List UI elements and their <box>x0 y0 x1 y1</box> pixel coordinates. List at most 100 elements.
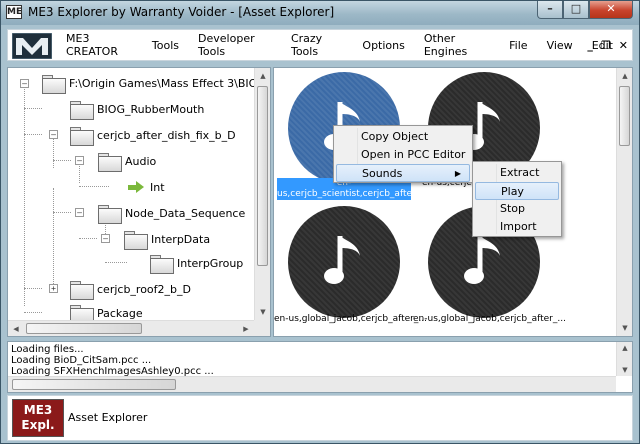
mdi-minimize-button[interactable]: _ <box>587 39 593 52</box>
scroll-thumb[interactable] <box>12 379 176 390</box>
scroll-thumb[interactable] <box>257 86 268 266</box>
menu-me3-creator[interactable]: ME3 CREATOR <box>66 32 133 58</box>
tree-expander[interactable]: – <box>20 79 29 88</box>
scroll-up-icon[interactable]: ▲ <box>255 68 270 84</box>
tree-expander[interactable]: – <box>49 130 58 139</box>
tree-line <box>24 288 42 289</box>
title-bar[interactable]: ME ME3 Explorer by Warranty Voider - [As… <box>1 1 639 25</box>
menu-options[interactable]: Options <box>362 39 404 52</box>
tree-node-label: InterpGroup <box>177 256 244 270</box>
context-menu: Copy Object Open in PCC Editor Sounds ▶ <box>333 125 473 183</box>
tree-node-biog-rubbermouth[interactable]: BIOG_RubberMouth <box>70 98 204 120</box>
tree-line <box>79 186 109 187</box>
log-line: Loading BioD_CitSam.pcc ... <box>11 355 152 366</box>
sound-thumbnail[interactable] <box>288 206 400 318</box>
menu-item-import[interactable]: Import <box>473 218 561 236</box>
asset-grid[interactable]: en-us,cerjcb_scientist,cerjcb_after_dish… <box>273 67 633 337</box>
app-window: ME ME3 Explorer by Warranty Voider - [As… <box>0 0 640 444</box>
tree-node-label: Int <box>150 180 165 194</box>
minimize-button[interactable]: – <box>537 1 563 19</box>
tree-node-interpdata[interactable]: InterpData <box>124 228 210 250</box>
tree-line <box>53 212 71 213</box>
maximize-button[interactable]: □ <box>563 1 589 19</box>
tree-line <box>24 84 25 306</box>
scroll-corner <box>254 320 270 336</box>
tree-node-label: Audio <box>125 154 157 168</box>
tree-expander[interactable]: + <box>49 284 58 293</box>
green-arrow-icon <box>128 181 144 193</box>
sounds-submenu: Extract Play Stop Import <box>472 161 562 237</box>
scroll-up-icon[interactable]: ▲ <box>617 68 632 84</box>
tree-expander[interactable]: – <box>75 156 84 165</box>
mdi-close-button[interactable]: ✕ <box>619 39 628 52</box>
scroll-up-icon[interactable]: ▲ <box>617 342 632 354</box>
submenu-arrow-icon: ▶ <box>454 169 461 178</box>
me-logo-icon <box>12 33 52 59</box>
app-title-icon: ME <box>6 5 23 19</box>
scroll-thumb[interactable] <box>26 323 142 334</box>
menu-file[interactable]: File <box>509 39 527 52</box>
menu-item-sounds[interactable]: Sounds ▶ <box>336 164 470 182</box>
asset-label[interactable]: en-us,global_jacob,cerjcb_after_... <box>413 314 566 325</box>
log-vertical-scrollbar[interactable]: ▲ ▼ <box>616 342 632 376</box>
menu-tools[interactable]: Tools <box>152 39 179 52</box>
scroll-down-icon[interactable]: ▼ <box>617 364 632 376</box>
folder-icon <box>70 304 94 324</box>
tree-node-cerjcb-roof2[interactable]: cerjcb_roof2_b_D <box>70 278 191 300</box>
mdi-restore-button[interactable]: ❐ <box>601 39 611 52</box>
grid-vertical-scrollbar[interactable]: ▲ ▼ <box>616 68 632 336</box>
tree-node-label: Package <box>97 306 143 320</box>
folder-icon <box>98 152 122 172</box>
tree-line <box>24 312 42 313</box>
scroll-right-icon[interactable]: ▶ <box>238 321 254 336</box>
status-icon-text: ME3 <box>23 403 53 417</box>
log-horizontal-scrollbar[interactable] <box>8 376 616 392</box>
close-button[interactable]: ✕ <box>589 1 633 19</box>
folder-icon <box>70 126 94 146</box>
menu-item-open-in-pcc-editor[interactable]: Open in PCC Editor <box>334 146 472 164</box>
tree-expander[interactable]: – <box>101 234 110 243</box>
scroll-down-icon[interactable]: ▼ <box>617 320 632 336</box>
music-note-icon <box>324 236 360 284</box>
tree-line <box>53 160 71 161</box>
tree-line <box>53 138 54 168</box>
tree-node-label: F:\Origin Games\Mass Effect 3\BIOGame\Co… <box>69 76 271 90</box>
scroll-thumb[interactable] <box>619 86 630 146</box>
folder-icon <box>98 204 122 224</box>
folder-icon <box>150 254 174 274</box>
scroll-left-icon[interactable]: ◀ <box>8 321 24 336</box>
menu-bar: ME3 CREATOR Tools Developer Tools Crazy … <box>7 29 633 61</box>
log-line: Loading files... <box>11 344 84 355</box>
menu-view[interactable]: View <box>547 39 573 52</box>
folder-icon <box>42 74 66 94</box>
tree-node-int[interactable]: Int <box>128 176 165 198</box>
tree-node-interpgroup[interactable]: InterpGroup <box>150 252 243 274</box>
tree-line <box>79 163 80 183</box>
tree-line <box>24 108 42 109</box>
tree-node-label: Node_Data_Sequence <box>125 206 246 220</box>
log-output[interactable]: Loading files... Loading BioD_CitSam.pcc… <box>7 341 633 393</box>
asset-label[interactable]: en-us,global_jacob,cerjcb_after_... <box>274 314 427 325</box>
menu-developer-tools[interactable]: Developer Tools <box>198 32 272 58</box>
tree-node-cerjcb-after-dish[interactable]: cerjcb_after_dish_fix_b_D <box>70 124 236 146</box>
window-controls: – □ ✕ <box>537 1 633 19</box>
tree-node-label: InterpData <box>151 232 211 246</box>
menu-items: ME3 CREATOR Tools Developer Tools Crazy … <box>66 30 632 60</box>
scroll-down-icon[interactable]: ▼ <box>255 304 270 320</box>
tree-node-label: cerjcb_roof2_b_D <box>97 282 191 296</box>
tree-node-node-data-sequence[interactable]: Node_Data_Sequence <box>98 202 245 224</box>
tree-view[interactable]: – F:\Origin Games\Mass Effect 3\BIOGame\… <box>7 67 271 337</box>
menu-item-copy-object[interactable]: Copy Object <box>334 128 472 146</box>
menu-other-engines[interactable]: Other Engines <box>424 32 490 58</box>
menu-item-label: Sounds <box>362 167 403 180</box>
menu-crazy-tools[interactable]: Crazy Tools <box>291 32 343 58</box>
tree-vertical-scrollbar[interactable]: ▲ ▼ <box>254 68 270 320</box>
tree-expander[interactable]: – <box>75 208 84 217</box>
menu-item-play[interactable]: Play <box>475 182 559 200</box>
menu-item-extract[interactable]: Extract <box>473 164 561 182</box>
folder-icon <box>70 280 94 300</box>
tree-horizontal-scrollbar[interactable]: ◀ ▶ <box>8 320 254 336</box>
tree-node-audio[interactable]: Audio <box>98 150 156 172</box>
menu-item-stop[interactable]: Stop <box>473 200 561 218</box>
tree-node-root[interactable]: F:\Origin Games\Mass Effect 3\BIOGame\Co… <box>42 72 271 94</box>
